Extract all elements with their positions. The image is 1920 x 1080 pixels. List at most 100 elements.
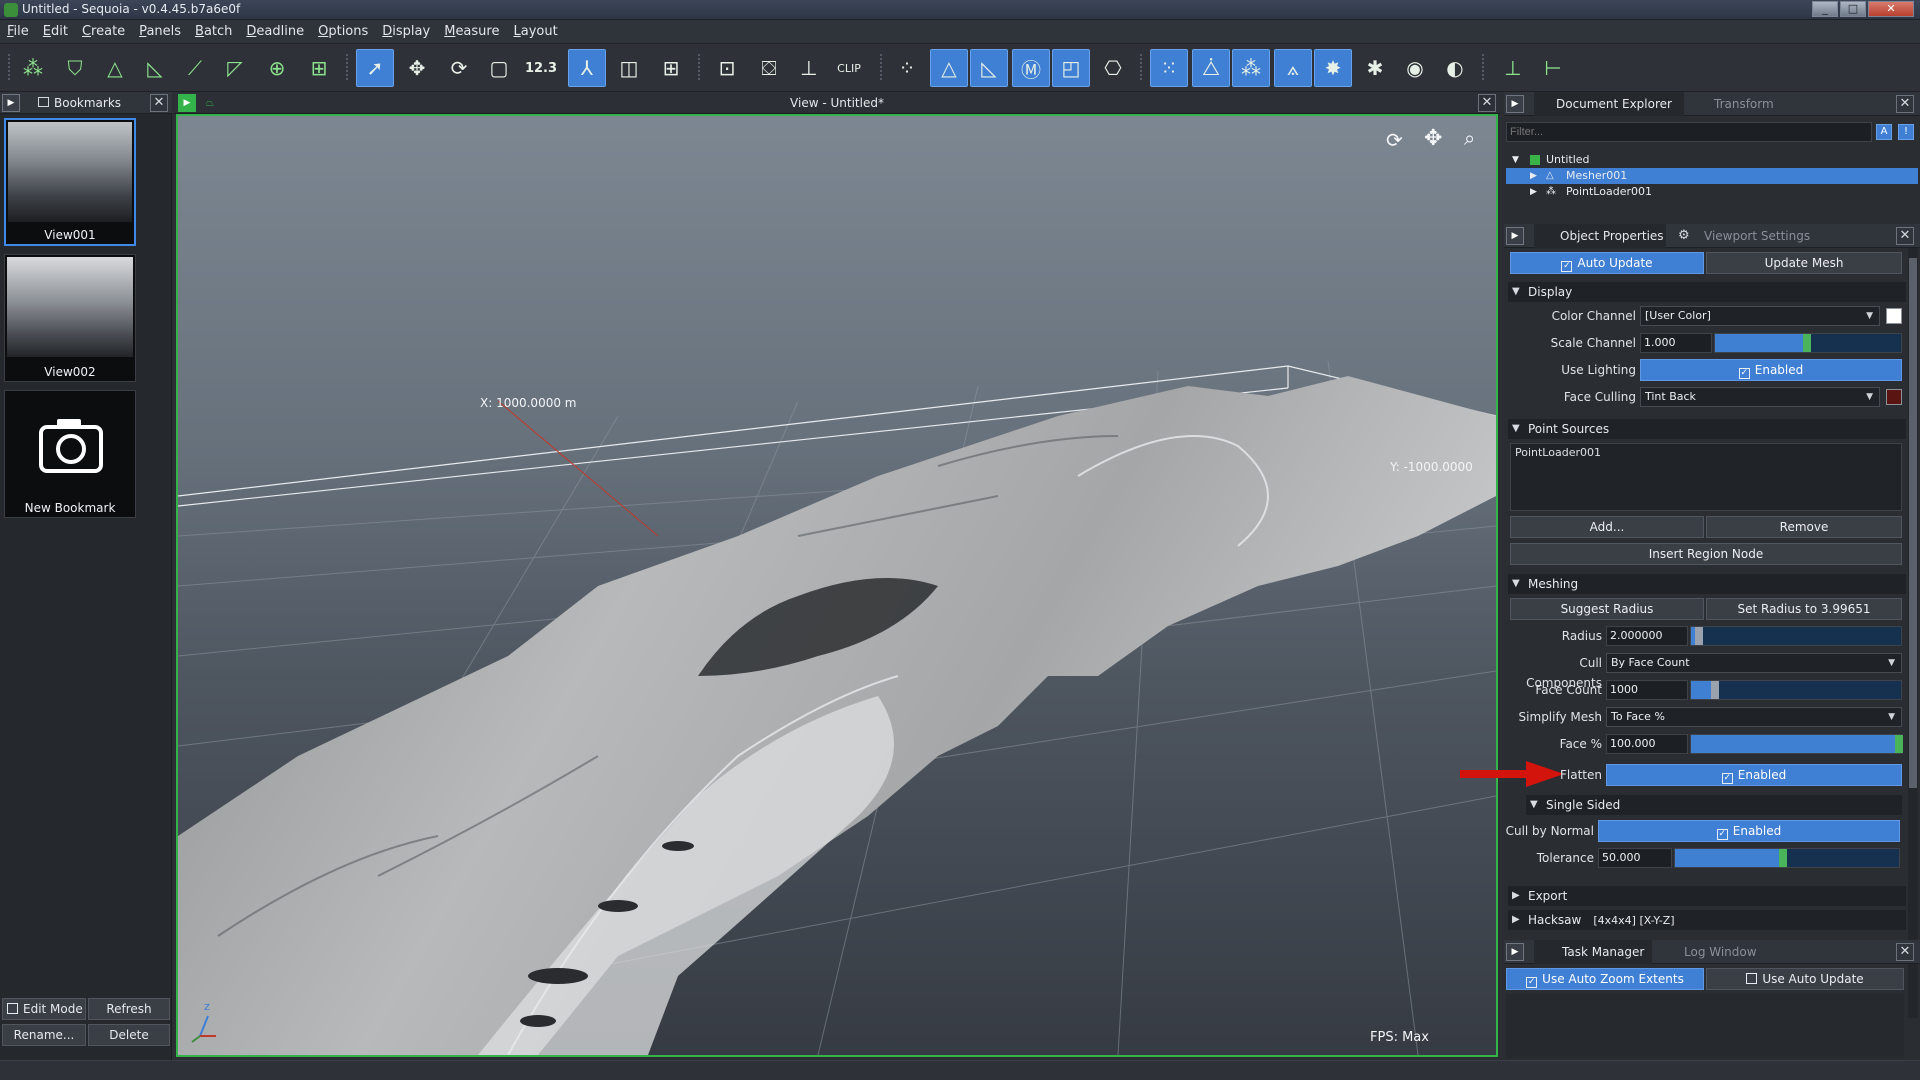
show-camera-views-icon[interactable]: ⎔ [1094,49,1132,87]
menu-panels[interactable]: Panels [132,20,188,44]
create-mesh-loader-icon[interactable]: ◺ [136,49,174,87]
point-display-2-icon[interactable]: ⧊ [1192,49,1230,87]
create-mesher-icon[interactable]: △ [96,49,134,87]
tree-item-untitled[interactable]: ▼ Untitled [1506,152,1918,168]
hacksaw-section-header[interactable]: ▶ Hacksaw [4x4x4] [X-Y-Z] [1508,910,1906,930]
ground-plane-icon[interactable]: ⊥ [790,49,828,87]
remove-source-button[interactable]: Remove [1706,516,1902,538]
show-mesh-loader-icon[interactable]: ◺ [970,49,1008,87]
edit-mode-toggle[interactable]: Edit Mode [2,998,86,1020]
filter-option-icon[interactable]: ! [1898,124,1914,140]
face-percent-field[interactable]: 100.000 [1606,734,1688,754]
viewport-settings-tab[interactable]: Viewport Settings [1672,224,1818,248]
measure-tool-icon[interactable]: 12.3 [522,49,560,87]
create-marker-icon[interactable]: ⊕ [258,49,296,87]
point-display-1-icon[interactable]: ⁙ [1150,49,1188,87]
new-bookmark-button[interactable]: New Bookmark [4,390,136,518]
point-display-4-icon[interactable]: ⟑ [1274,49,1312,87]
menu-deadline[interactable]: Deadline [239,20,311,44]
face-count-field[interactable]: 1000 [1606,680,1688,700]
scale-channel-field[interactable]: 1.000 [1640,333,1712,353]
close-properties-icon[interactable]: ✕ [1896,227,1914,245]
tree-item-mesher001[interactable]: ▶ △ Mesher001 [1506,168,1918,184]
point-sources-list[interactable]: PointLoader001 [1510,443,1902,511]
menu-layout[interactable]: Layout [506,20,564,44]
use-lighting-toggle[interactable]: ✓ Enabled [1640,359,1902,381]
insert-region-node-button[interactable]: Insert Region Node [1510,543,1902,565]
slider-knob[interactable] [1695,627,1703,645]
bookmark-view002[interactable]: View002 [4,254,136,382]
face-count-slider[interactable] [1690,680,1902,700]
color-channel-select[interactable]: [User Color] ▼ [1640,306,1880,326]
create-cloud-mesher-icon[interactable]: ⟋ [176,49,214,87]
rename-button[interactable]: Rename... [2,1024,86,1046]
close-window-button[interactable]: ✕ [1868,1,1914,17]
export-section-header[interactable]: ▶ Export [1508,886,1906,906]
dock-toggle-icon[interactable]: ▶ [1506,95,1524,113]
show-points-icon[interactable]: ⁘ [888,49,926,87]
clip-tool-icon[interactable]: CLIP [830,49,868,87]
task-manager-tab[interactable]: Task Manager [1534,940,1652,964]
delete-button[interactable]: Delete [88,1024,170,1046]
shading-sphere-icon[interactable]: ◐ [1436,49,1474,87]
refresh-button[interactable]: Refresh [88,998,170,1020]
task-list[interactable] [1506,994,1904,1058]
maximize-button[interactable]: □ [1840,1,1866,17]
axis-gizmo-icon[interactable]: ⅄ [568,49,606,87]
point-sources-section-header[interactable]: ▼ Point Sources [1508,419,1906,439]
menu-edit[interactable]: Edit [36,20,75,44]
document-explorer-tab[interactable]: Document Explorer [1534,92,1684,116]
point-display-3-icon[interactable]: ⁂ [1232,49,1270,87]
zoom-extents-icon[interactable]: ⊡ [708,49,746,87]
face-culling-select[interactable]: Tint Back ▼ [1640,387,1880,407]
create-point-loader-icon[interactable]: ⁂ [14,49,52,87]
tolerance-field[interactable]: 50.000 [1598,848,1672,868]
globe-icon[interactable]: ◉ [1396,49,1434,87]
grid-view-icon[interactable]: ⊞ [652,49,690,87]
dock-toggle-icon[interactable]: ▶ [2,94,20,112]
menu-create[interactable]: Create [75,20,132,44]
close-task-manager-icon[interactable]: ✕ [1896,943,1914,961]
select-tool-icon[interactable]: ➚ [356,49,394,87]
orbit-icon[interactable]: ⟳ [1386,128,1403,152]
log-window-tab[interactable]: Log Window [1658,940,1778,964]
slider-knob[interactable] [1711,681,1719,699]
zoom-icon[interactable]: ⌕ [1464,126,1475,150]
case-sensitive-icon[interactable]: A [1876,124,1892,140]
cull-by-normal-toggle[interactable]: ✓ Enabled [1598,820,1900,842]
add-node-icon[interactable]: ⊥ [1494,49,1532,87]
3d-viewport[interactable]: z X: 1000.0000 m Y: -1000.0000 FPS: Max … [176,114,1498,1057]
expand-icon[interactable]: ▶ [1530,168,1537,184]
menu-display[interactable]: Display [375,20,437,44]
auto-update-tasks-toggle[interactable]: Use Auto Update [1706,968,1904,990]
slider-knob[interactable] [1895,735,1903,753]
show-cameras-icon[interactable]: ◰ [1052,49,1090,87]
auto-zoom-extents-toggle[interactable]: ✓ Use Auto Zoom Extents [1506,968,1704,990]
point-display-5-icon[interactable]: ✸ [1314,49,1352,87]
box-view-icon[interactable]: ◫ [610,49,648,87]
pan-icon[interactable]: ✥ [1424,126,1442,151]
scale-tool-icon[interactable]: ▢ [480,49,518,87]
tint-color-swatch[interactable] [1886,389,1902,405]
move-tool-icon[interactable]: ✥ [398,49,436,87]
flatten-toggle[interactable]: ✓ Enabled [1606,764,1902,786]
menu-file[interactable]: File [0,20,36,44]
scale-channel-slider[interactable] [1714,333,1902,353]
minimize-button[interactable]: _ [1812,1,1838,17]
frame-selection-icon[interactable]: ⛋ [750,49,788,87]
user-color-swatch[interactable] [1886,308,1902,324]
set-radius-button[interactable]: Set Radius to 3.99651 [1706,598,1902,620]
properties-scrollbar[interactable] [1908,248,1918,1018]
filter-input[interactable] [1506,122,1872,142]
tree-item-pointloader001[interactable]: ▶ ⁂ PointLoader001 [1506,184,1918,200]
transform-tab[interactable]: Transform [1688,92,1838,116]
slider-knob[interactable] [1779,849,1787,867]
close-explorer-icon[interactable]: ✕ [1896,95,1914,113]
radius-field[interactable]: 2.000000 [1606,626,1688,646]
menu-batch[interactable]: Batch [188,20,239,44]
expand-icon[interactable]: ▶ [1530,184,1537,200]
auto-update-toggle[interactable]: ✓ Auto Update [1510,252,1704,274]
close-bookmarks-icon[interactable]: ✕ [150,94,168,112]
suggest-radius-button[interactable]: Suggest Radius [1510,598,1704,620]
list-item[interactable]: PointLoader001 [1515,446,1601,459]
